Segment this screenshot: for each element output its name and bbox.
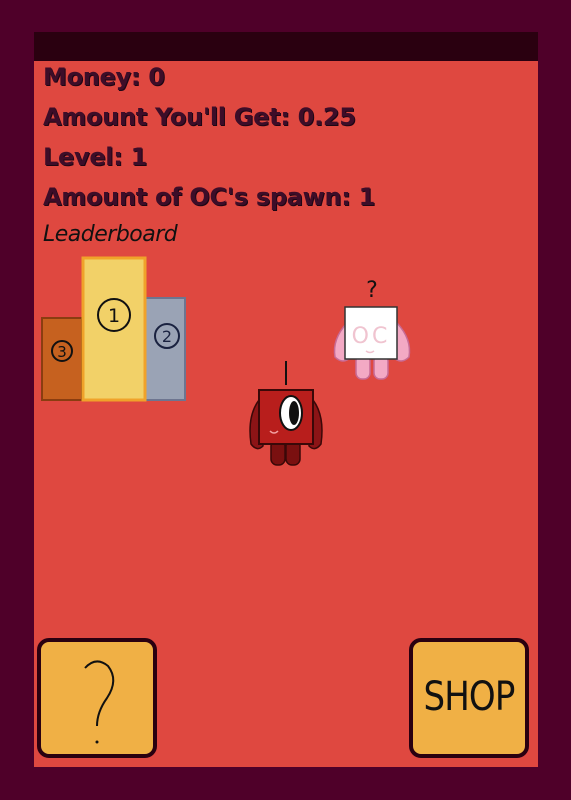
question-mark-icon	[84, 660, 115, 744]
shop-label: SHOP	[423, 674, 515, 720]
amount-stat: Amount You'll Get: 0.25	[43, 103, 356, 131]
leaderboard-label[interactable]: Leaderboard	[43, 222, 178, 247]
mystery-question-mark: ?	[366, 278, 378, 303]
podium-second	[144, 297, 186, 401]
shop-button[interactable]: SHOP	[409, 638, 529, 758]
red-block-character[interactable]	[245, 358, 327, 475]
game-frame: Money: 0 Amount You'll Get: 0.25 Level: …	[0, 0, 571, 800]
podium-second-label: 2	[162, 327, 172, 346]
mystery-oc-character[interactable]: ? OC	[329, 271, 415, 390]
mystery-oc-text: OC	[352, 324, 391, 349]
podium-first-label: 1	[108, 305, 120, 327]
money-stat: Money: 0	[43, 63, 165, 91]
level-stat: Level: 1	[43, 143, 147, 171]
podium-third-label: 3	[57, 343, 67, 361]
top-bar	[34, 32, 538, 61]
spawn-stat: Amount of OC's spawn: 1	[43, 183, 376, 211]
podium-first	[81, 256, 147, 402]
leaderboard-podium[interactable]: 3 2 1	[41, 256, 189, 402]
help-button[interactable]	[37, 638, 157, 758]
